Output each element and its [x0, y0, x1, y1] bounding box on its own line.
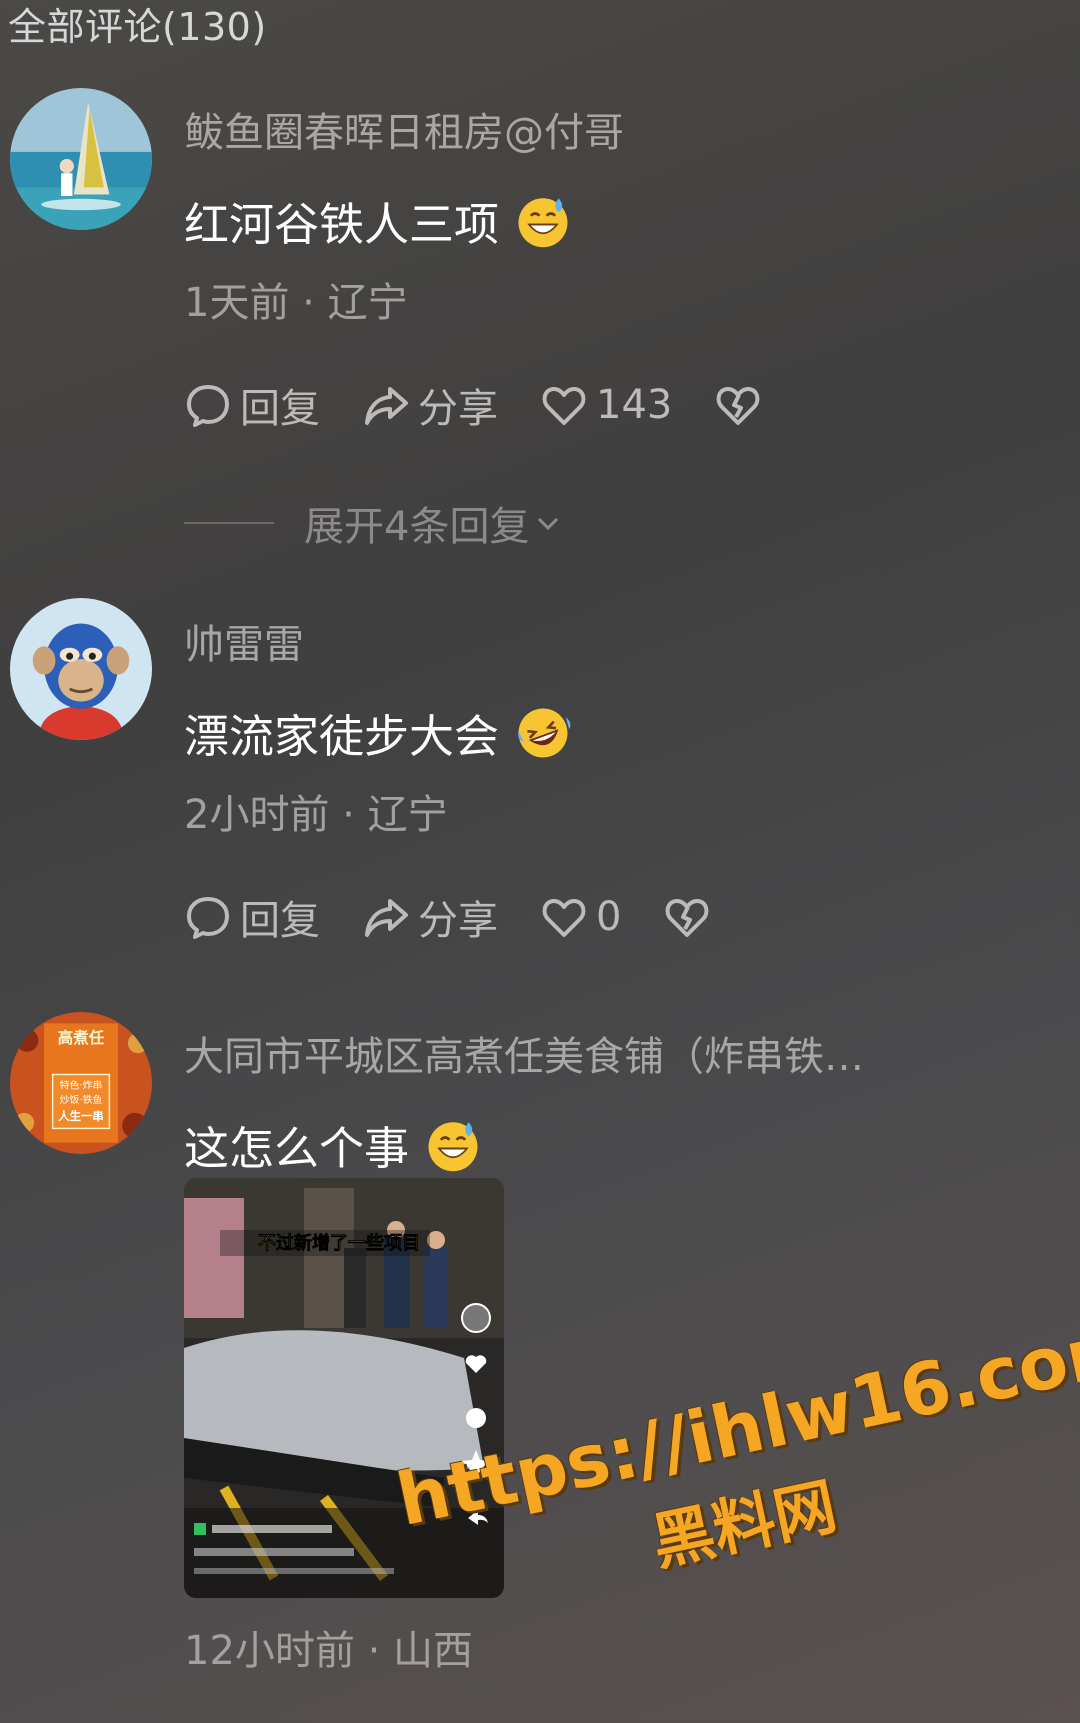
comment-text: 红河谷铁人三项	[184, 198, 500, 251]
avatar-brand-text: 高煮任	[58, 1028, 105, 1047]
divider-line	[184, 522, 274, 524]
broken-heart-icon	[716, 386, 760, 425]
share-button[interactable]: 分享	[362, 376, 498, 434]
share-button[interactable]: 分享	[362, 888, 498, 946]
ape-cartoon-avatar	[10, 598, 152, 740]
avatar[interactable]: 高煮任 特色·炸串 炒饭·铁鱼 人生一串	[10, 1012, 152, 1154]
speech-bubble-icon	[187, 385, 229, 427]
reply-label: 回复	[240, 898, 320, 944]
avatar[interactable]	[10, 598, 152, 740]
reply-button[interactable]: 回复	[184, 888, 320, 946]
speech-bubble-icon	[187, 897, 229, 939]
comment-actions: 回复 分享 143	[184, 376, 812, 434]
dislike-button[interactable]	[714, 381, 770, 429]
grinning-sweat-emoji	[518, 197, 568, 247]
comment-meta: 2小时前 · 辽宁	[184, 792, 448, 838]
comment-text: 漂流家徒步大会	[184, 710, 500, 763]
comment-actions: 回复 分享 0	[184, 888, 761, 946]
avatar-line-text: 炒饭·铁鱼	[60, 1093, 103, 1106]
comment-body: 红河谷铁人三项	[184, 188, 571, 253]
like-button[interactable]: 143	[540, 381, 672, 429]
share-label: 分享	[418, 898, 498, 944]
like-button[interactable]: 0	[540, 893, 621, 941]
chevron-down-icon	[538, 517, 559, 531]
heart-icon	[542, 386, 586, 425]
expand-replies-button[interactable]: 展开4条回复	[184, 494, 563, 552]
comment-username[interactable]: 鲅鱼圈春晖日租房@付哥	[184, 100, 624, 158]
video-caption-text: 不过新增了一些项目	[258, 1232, 420, 1254]
comments-header-title: 全部评论(130)	[8, 5, 267, 49]
avatar[interactable]	[10, 88, 152, 230]
dislike-button[interactable]	[663, 893, 719, 941]
windsurf-photo	[10, 88, 152, 230]
share-label: 分享	[418, 386, 498, 432]
restaurant-logo-avatar: 高煮任 特色·炸串 炒饭·铁鱼 人生一串	[10, 1012, 152, 1154]
comment-body: 这怎么个事	[184, 1112, 481, 1177]
avatar-line-text: 人生一串	[58, 1109, 103, 1123]
avatar-line-text: 特色·炸串	[60, 1079, 103, 1092]
rolling-laughing-emoji	[518, 708, 571, 757]
comment-username[interactable]: 帅雷雷	[184, 612, 304, 670]
expand-replies-label: 展开4条回复	[304, 504, 530, 550]
comment-body: 漂流家徒步大会	[184, 700, 571, 765]
reply-button[interactable]: 回复	[184, 376, 320, 434]
grinning-sweat-emoji	[428, 1121, 478, 1171]
like-count: 0	[596, 894, 622, 940]
comment-meta: 1天前 · 辽宁	[184, 280, 408, 326]
comment-username[interactable]: 大同市平城区高煮任美食铺（炸串铁…	[184, 1024, 864, 1082]
heart-icon	[542, 898, 586, 937]
share-arrow-icon	[365, 899, 408, 937]
broken-heart-icon	[666, 898, 709, 937]
share-arrow-icon	[365, 387, 408, 425]
like-count: 143	[596, 382, 673, 428]
comment-text: 这怎么个事	[184, 1122, 410, 1175]
reply-label: 回复	[240, 386, 320, 432]
